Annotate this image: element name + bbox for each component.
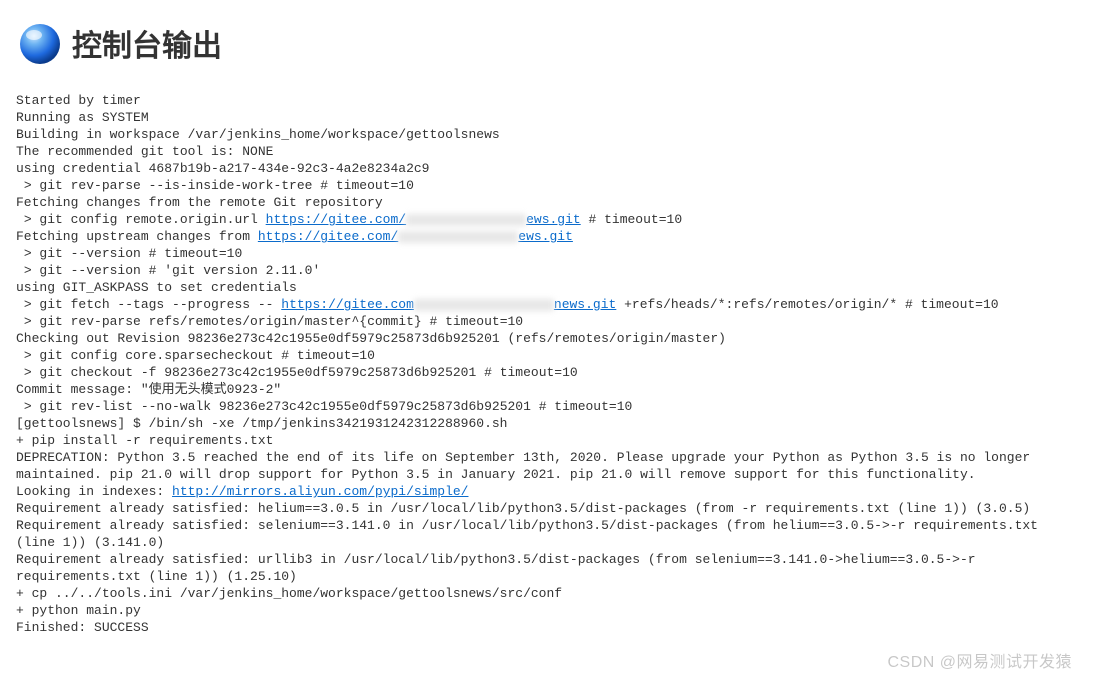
console-line: + pip install -r requirements.txt xyxy=(16,432,1078,449)
console-line: Running as SYSTEM xyxy=(16,109,1078,126)
console-line: Requirement already satisfied: helium==3… xyxy=(16,500,1078,517)
console-text: > git fetch --tags --progress -- xyxy=(16,297,281,312)
console-line: Started by timer xyxy=(16,92,1078,109)
console-link[interactable]: http://mirrors.aliyun.com/pypi/simple/ xyxy=(172,484,468,499)
console-line: > git rev-parse --is-inside-work-tree # … xyxy=(16,177,1078,194)
console-text: > git rev-parse refs/remotes/origin/mast… xyxy=(16,314,523,329)
console-text: Finished: SUCCESS xyxy=(16,620,149,635)
console-text: > git --version # 'git version 2.11.0' xyxy=(16,263,320,278)
console-text: Fetching changes from the remote Git rep… xyxy=(16,195,383,210)
console-text: > git config core.sparsecheckout # timeo… xyxy=(16,348,375,363)
console-text: Building in workspace /var/jenkins_home/… xyxy=(16,127,500,142)
console-text: The recommended git tool is: NONE xyxy=(16,144,273,159)
console-text: > git --version # timeout=10 xyxy=(16,246,242,261)
console-text: + cp ../../tools.ini /var/jenkins_home/w… xyxy=(16,586,562,601)
console-line: + python main.py xyxy=(16,602,1078,619)
console-line: > git config remote.origin.url https://g… xyxy=(16,211,1078,228)
console-output: Started by timer Running as SYSTEM Buildin… xyxy=(0,88,1094,644)
console-line: Building in workspace /var/jenkins_home/… xyxy=(16,126,1078,143)
console-text: Fetching upstream changes from xyxy=(16,229,258,244)
console-line: > git rev-list --no-walk 98236e273c42c19… xyxy=(16,398,1078,415)
console-line: [gettoolsnews] $ /bin/sh -xe /tmp/jenkin… xyxy=(16,415,1078,432)
console-text: Requirement already satisfied: helium==3… xyxy=(16,501,1030,516)
blue-orb-icon xyxy=(16,20,64,74)
console-text: > git rev-list --no-walk 98236e273c42c19… xyxy=(16,399,632,414)
console-text: using GIT_ASKPASS to set credentials xyxy=(16,280,305,295)
console-line: using GIT_ASKPASS to set credentials xyxy=(16,279,1078,296)
console-link[interactable]: https://gitee.com/ xyxy=(266,212,406,227)
page-title: 控制台输出 xyxy=(72,26,222,68)
console-line: Checking out Revision 98236e273c42c1955e… xyxy=(16,330,1078,347)
console-text: Requirement already satisfied: selenium=… xyxy=(16,518,1046,550)
console-link[interactable]: ews.git xyxy=(526,212,581,227)
console-link[interactable]: https://gitee.com/ xyxy=(258,229,398,244)
page-header: 控制台输出 xyxy=(0,0,1094,88)
console-line: Requirement already satisfied: selenium=… xyxy=(16,517,1078,551)
console-line: > git --version # timeout=10 xyxy=(16,245,1078,262)
console-line: > git --version # 'git version 2.11.0' xyxy=(16,262,1078,279)
watermark: CSDN @网易测试开发猿 xyxy=(887,652,1072,674)
console-text: Started by timer xyxy=(16,93,141,108)
console-text: + python main.py xyxy=(16,603,141,618)
console-line: Fetching upstream changes from https://g… xyxy=(16,228,1078,245)
console-line: The recommended git tool is: NONE xyxy=(16,143,1078,160)
console-line: Finished: SUCCESS xyxy=(16,619,1078,636)
console-text: [gettoolsnews] $ /bin/sh -xe /tmp/jenkin… xyxy=(16,416,507,431)
redacted-segment: ████ xyxy=(398,231,518,243)
console-text: using credential 4687b19b-a217-434e-92c3… xyxy=(16,161,429,176)
console-link[interactable]: ews.git xyxy=(518,229,573,244)
console-text: Looking in indexes: xyxy=(16,484,172,499)
console-text: > git checkout -f 98236e273c42c1955e0df5… xyxy=(16,365,578,380)
console-line: Looking in indexes: http://mirrors.aliyu… xyxy=(16,483,1078,500)
console-link[interactable]: https://gitee.com xyxy=(281,297,414,312)
console-line: > git rev-parse refs/remotes/origin/mast… xyxy=(16,313,1078,330)
console-line: Fetching changes from the remote Git rep… xyxy=(16,194,1078,211)
redacted-segment: ████ xyxy=(414,299,554,311)
console-text: Requirement already satisfied: urllib3 i… xyxy=(16,552,983,584)
console-text: + pip install -r requirements.txt xyxy=(16,433,273,448)
console-text: Running as SYSTEM xyxy=(16,110,149,125)
console-text: Checking out Revision 98236e273c42c1955e… xyxy=(16,331,726,346)
console-link[interactable]: news.git xyxy=(554,297,616,312)
console-line: > git fetch --tags --progress -- https:/… xyxy=(16,296,1078,313)
console-line: > git config core.sparsecheckout # timeo… xyxy=(16,347,1078,364)
console-line: DEPRECATION: Python 3.5 reached the end … xyxy=(16,449,1078,483)
console-line: Commit message: "使用无头模式0923-2" xyxy=(16,381,1078,398)
console-line: > git checkout -f 98236e273c42c1955e0df5… xyxy=(16,364,1078,381)
console-line: Requirement already satisfied: urllib3 i… xyxy=(16,551,1078,585)
console-text: # timeout=10 xyxy=(581,212,682,227)
console-text: DEPRECATION: Python 3.5 reached the end … xyxy=(16,450,1038,482)
console-text: > git config remote.origin.url xyxy=(16,212,266,227)
redacted-segment: ████ xyxy=(406,214,526,226)
console-text: +refs/heads/*:refs/remotes/origin/* # ti… xyxy=(616,297,998,312)
console-text: > git rev-parse --is-inside-work-tree # … xyxy=(16,178,414,193)
console-line: + cp ../../tools.ini /var/jenkins_home/w… xyxy=(16,585,1078,602)
console-text: Commit message: "使用无头模式0923-2" xyxy=(16,382,281,397)
console-line: using credential 4687b19b-a217-434e-92c3… xyxy=(16,160,1078,177)
